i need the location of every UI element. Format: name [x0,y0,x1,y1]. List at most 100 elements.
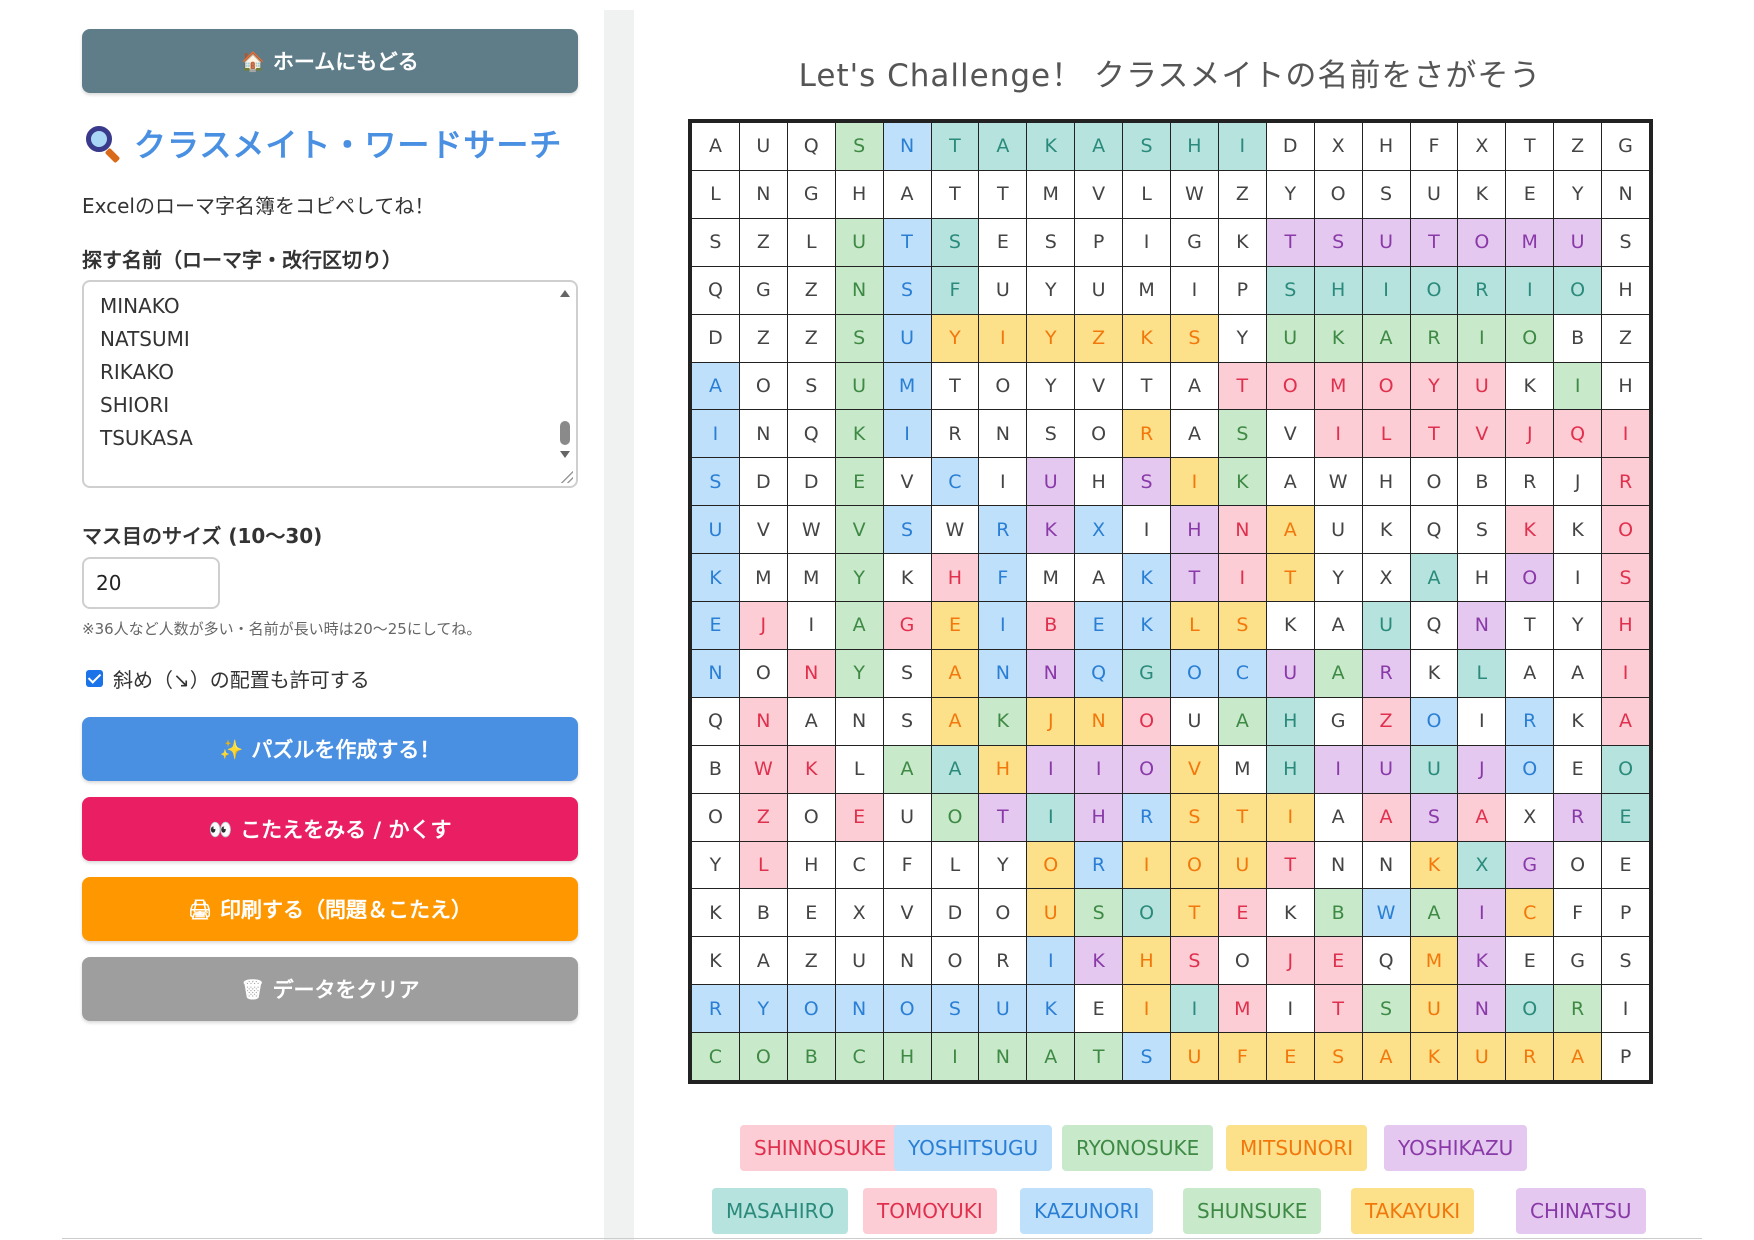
grid-cell[interactable]: E [835,458,883,506]
grid-cell[interactable]: L [739,841,787,889]
grid-cell[interactable]: C [1506,889,1554,937]
grid-cell[interactable]: W [1362,889,1410,937]
grid-cell[interactable]: T [1171,889,1218,937]
grid-cell[interactable]: V [1458,410,1506,458]
grid-cell[interactable]: Y [692,841,739,889]
grid-cell[interactable]: Z [739,793,787,841]
grid-cell[interactable]: N [979,410,1027,458]
grid-cell[interactable]: B [739,889,787,937]
grid-cell[interactable]: I [1458,697,1506,745]
grid-cell[interactable]: U [883,793,931,841]
grid-cell[interactable]: M [787,554,835,601]
grid-cell[interactable]: O [1123,745,1170,793]
grid-cell[interactable]: K [1506,362,1554,410]
grid-cell[interactable]: G [1314,697,1362,745]
grid-cell[interactable]: Y [1554,170,1602,218]
grid-cell[interactable]: D [692,314,739,362]
grid-cell[interactable]: X [1362,554,1410,601]
grid-cell[interactable]: O [979,889,1027,937]
grid-cell[interactable]: P [1075,218,1123,266]
grid-cell[interactable]: U [1554,218,1602,266]
grid-cell[interactable]: S [835,314,883,362]
toggle-answer-button[interactable]: 👀 こたえをみる / かくす [82,797,578,861]
grid-cell[interactable]: S [931,985,979,1033]
grid-cell[interactable]: I [1362,266,1410,314]
names-textarea[interactable]: MINAKO NATSUMI RIKAKO SHIORI TSUKASA [82,280,578,488]
grid-cell[interactable]: O [1506,985,1554,1033]
grid-cell[interactable]: K [1554,697,1602,745]
grid-cell[interactable]: O [1602,506,1649,554]
grid-cell[interactable]: H [1362,123,1410,170]
grid-cell[interactable]: Q [787,123,835,170]
grid-cell[interactable]: C [835,841,883,889]
grid-cell[interactable]: E [1506,170,1554,218]
grid-cell[interactable]: N [1362,841,1410,889]
grid-cell[interactable]: G [1506,841,1554,889]
grid-cell[interactable]: J [1506,410,1554,458]
grid-cell[interactable]: N [883,123,931,170]
grid-cell[interactable]: C [931,458,979,506]
grid-cell[interactable]: L [787,218,835,266]
grid-cell[interactable]: I [979,314,1027,362]
grid-cell[interactable]: X [1314,123,1362,170]
grid-cell[interactable]: G [1123,649,1170,697]
grid-cell[interactable]: I [1602,985,1649,1033]
grid-cell[interactable]: V [883,458,931,506]
grid-cell[interactable]: T [1410,410,1458,458]
grid-cell[interactable]: V [1075,362,1123,410]
grid-cell[interactable]: O [1218,937,1266,985]
grid-cell[interactable]: S [1410,793,1458,841]
grid-cell[interactable]: A [1506,649,1554,697]
grid-cell[interactable]: O [787,793,835,841]
grid-cell[interactable]: H [1171,506,1218,554]
grid-cell[interactable]: N [835,266,883,314]
grid-cell[interactable]: S [1027,218,1075,266]
grid-cell[interactable]: T [1123,362,1170,410]
grid-cell[interactable]: K [1458,937,1506,985]
grid-cell[interactable]: X [1075,506,1123,554]
grid-cell[interactable]: A [1410,554,1458,601]
grid-cell[interactable]: H [1314,266,1362,314]
grid-cell[interactable]: N [692,649,739,697]
grid-cell[interactable]: N [835,985,883,1033]
grid-cell[interactable]: H [1171,123,1218,170]
grid-cell[interactable]: Q [692,266,739,314]
grid-cell[interactable]: S [1266,266,1314,314]
grid-cell[interactable]: A [739,937,787,985]
grid-cell[interactable]: I [1123,841,1170,889]
grid-cell[interactable]: V [739,506,787,554]
grid-cell[interactable]: I [1266,985,1314,1033]
grid-cell[interactable]: W [787,506,835,554]
grid-cell[interactable]: S [1218,410,1266,458]
grid-cell[interactable]: K [1506,506,1554,554]
grid-cell[interactable]: H [835,170,883,218]
grid-cell[interactable]: M [1218,985,1266,1033]
grid-cell[interactable]: O [931,793,979,841]
grid-cell[interactable]: X [835,889,883,937]
grid-cell[interactable]: K [1266,889,1314,937]
grid-cell[interactable]: O [1075,410,1123,458]
grid-cell[interactable]: M [1027,170,1075,218]
grid-cell[interactable]: O [979,362,1027,410]
grid-cell[interactable]: T [931,170,979,218]
grid-cell[interactable]: B [1458,458,1506,506]
grid-cell[interactable]: Z [787,937,835,985]
grid-cell[interactable]: G [1554,937,1602,985]
grid-cell[interactable]: V [835,506,883,554]
grid-cell[interactable]: L [835,745,883,793]
grid-cell[interactable]: Z [1602,314,1649,362]
grid-cell[interactable]: E [1314,937,1362,985]
grid-cell[interactable]: O [739,649,787,697]
grid-cell[interactable]: R [931,410,979,458]
grid-cell[interactable]: J [1554,458,1602,506]
grid-cell[interactable]: N [1218,506,1266,554]
grid-cell[interactable]: M [1123,266,1170,314]
grid-cell[interactable]: Y [1314,554,1362,601]
grid-cell[interactable]: O [1123,697,1170,745]
grid-cell[interactable]: S [835,123,883,170]
grid-cell[interactable]: I [1458,314,1506,362]
grid-cell[interactable]: Y [1027,362,1075,410]
grid-cell[interactable]: Z [1554,123,1602,170]
grid-cell[interactable]: Y [739,985,787,1033]
grid-cell[interactable]: Y [931,314,979,362]
